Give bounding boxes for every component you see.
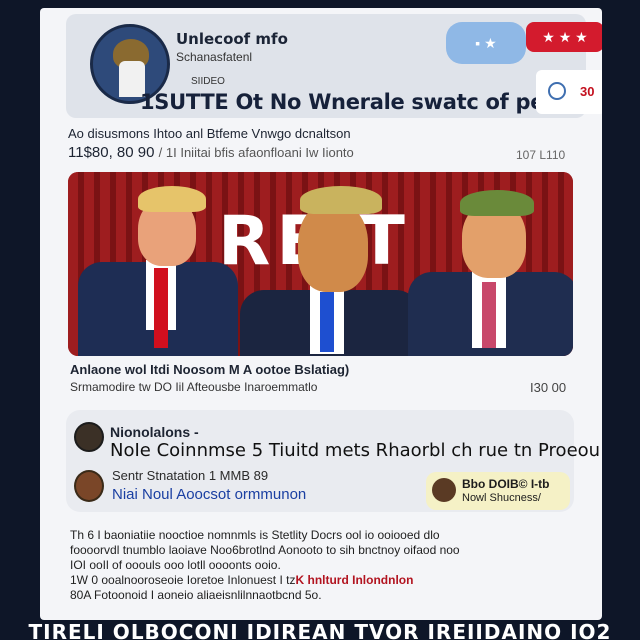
comment-author[interactable]: Nionolalons - bbox=[110, 424, 199, 440]
stars-button[interactable]: ★ ★ ★ bbox=[526, 22, 602, 52]
avatar bbox=[432, 478, 456, 502]
reaction-counter[interactable]: 30 bbox=[536, 70, 602, 114]
account-name[interactable]: Unlecoof mfo bbox=[176, 30, 288, 48]
post-header: Unlecoof mfo Schanasfatenl SIIDEO 1SUTTE… bbox=[66, 14, 602, 118]
body-highlight: K hnlturd Inlondnlon bbox=[295, 573, 414, 587]
chip-title: Bbo DOIB© I-tb bbox=[462, 477, 550, 491]
person-right bbox=[398, 172, 573, 356]
meta-stats-tail: / 1I Iniitai bfis afaonfloani Iw Iionto bbox=[158, 145, 354, 160]
user-chip[interactable]: Bbo DOIB© I-tb Nowl Shucness/ bbox=[426, 472, 570, 510]
account-tag: SIIDEO bbox=[191, 76, 225, 87]
news-card: Unlecoof mfo Schanasfatenl SIIDEO 1SUTTE… bbox=[40, 8, 602, 620]
meta-line: Ao disusmons Ihtoo anl Btfeme Vnwgo dcna… bbox=[68, 126, 351, 141]
headline: 1SUTTE Ot No Wnerale swatc of pes? bbox=[140, 90, 569, 114]
article-body: Th 6 I baoniatiie nooctioe nomnmls is St… bbox=[70, 528, 570, 603]
person-left bbox=[68, 172, 258, 356]
meta-stats-number: 11$80, 80 90 bbox=[68, 144, 155, 161]
avatar[interactable] bbox=[74, 470, 104, 502]
photo-caption: Anlaone wol Itdi Noosom M A ootoe Bslati… bbox=[70, 362, 350, 377]
bottom-banner: TIRELI OLBOCONI IDIREAN TVOR IREIIDAINO … bbox=[28, 622, 612, 640]
body-line: IOI ooIl of ooouls ooo lotll oooonts ooi… bbox=[70, 558, 281, 572]
circle-icon bbox=[548, 82, 566, 100]
account-subtitle: Schanasfatenl bbox=[176, 50, 253, 64]
comment-title: NoIe Coinnmse 5 Tiuitd mets Rhaorbl ch r… bbox=[110, 440, 601, 461]
photo-count: I30 00 bbox=[530, 380, 567, 395]
news-photo[interactable]: RE T bbox=[68, 172, 573, 356]
reaction-count: 30 bbox=[580, 84, 595, 99]
meta-stats: 11$80, 80 90 / 1I Iniitai bfis afaonfloa… bbox=[68, 144, 354, 161]
meta-right: 107 L110 bbox=[516, 148, 566, 162]
avatar[interactable] bbox=[74, 422, 104, 452]
person-center bbox=[238, 172, 420, 356]
body-line: foooorvdl tnumblo laoiave Noo6brotlnd Ao… bbox=[70, 543, 460, 557]
comment-link[interactable]: Niai Noul Aoocsot ormmunon bbox=[112, 486, 306, 503]
body-line-text: 1W 0 ooalnooroseoie Ioretoe Inlonuest I … bbox=[70, 573, 296, 587]
body-line: 1W 0 ooalnooroseoie Ioretoe Inlonuest I … bbox=[70, 573, 570, 588]
share-button[interactable]: ▪ ★ bbox=[446, 22, 526, 64]
comment-subtitle: Sentr Stnatation 1 MMB 89 bbox=[112, 468, 269, 483]
photo-credit: Srmamodire tw DO Iil Afteousbe Inaroemma… bbox=[70, 380, 318, 394]
body-line: 80A Fotoonoid I aoneio aliaeisnlilnnaotb… bbox=[70, 588, 322, 602]
chip-subtitle: Nowl Shucness/ bbox=[462, 492, 541, 504]
body-line: Th 6 I baoniatiie nooctioe nomnmls is St… bbox=[70, 528, 440, 542]
